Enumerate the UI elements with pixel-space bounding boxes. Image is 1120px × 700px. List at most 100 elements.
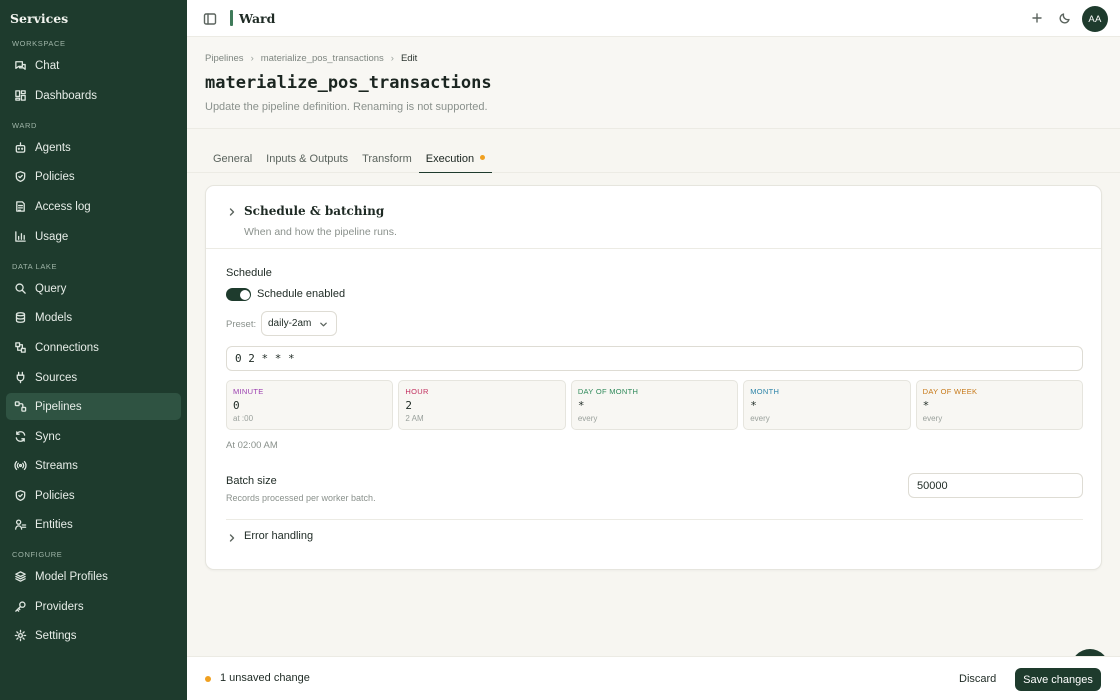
- plug-icon: [13, 371, 27, 385]
- sidebar-item-query[interactable]: Query: [6, 275, 181, 302]
- breadcrumb-pipeline[interactable]: materialize_pos_transactions: [261, 53, 384, 64]
- sidebar-item-streams[interactable]: Streams: [6, 452, 181, 479]
- cron-field-day-of-week[interactable]: DAY OF WEEK * every: [915, 380, 1084, 430]
- divider: [226, 519, 1083, 520]
- sidebar-item-label: Model Profiles: [35, 570, 108, 583]
- chat-icon: [13, 59, 27, 73]
- sidebar-item-label: Policies: [35, 489, 75, 502]
- sidebar-item-settings[interactable]: Settings: [6, 622, 181, 649]
- batch-size-hint: Records processed per worker batch.: [226, 493, 376, 503]
- sidebar-item-policies[interactable]: Policies: [6, 163, 181, 190]
- tab-general[interactable]: General: [206, 148, 259, 173]
- key-icon: [13, 600, 27, 614]
- sidebar-item-label: Sources: [35, 371, 78, 384]
- cron-field-value: 0: [233, 399, 240, 412]
- sidebar-item-chat[interactable]: Chat: [6, 52, 181, 79]
- sidebar-item-agents[interactable]: Agents: [6, 134, 181, 161]
- cron-field-hour[interactable]: HOUR 2 2 AM: [398, 380, 566, 430]
- cron-fields: MINUTE 0 at :00 HOUR 2 2 AM DAY OF MONTH…: [226, 380, 1084, 430]
- sidebar-item-policies-data[interactable]: Policies: [6, 482, 181, 509]
- sidebar-item-sources[interactable]: Sources: [6, 364, 181, 391]
- sidebar-section-configure: CONFIGURE: [12, 550, 63, 559]
- title-accent-bar: [230, 10, 233, 26]
- sidebar-item-usage[interactable]: Usage: [6, 223, 181, 250]
- breadcrumb: Pipelines › materialize_pos_transactions…: [205, 53, 417, 64]
- sidebar-item-dashboards[interactable]: Dashboards: [6, 82, 181, 109]
- sidebar-item-label: Providers: [35, 600, 84, 613]
- sidebar-item-label: Agents: [35, 141, 71, 154]
- cron-field-hint: 2 AM: [405, 414, 424, 423]
- cron-field-value: *: [922, 399, 930, 412]
- sidebar-item-label: Usage: [35, 230, 69, 243]
- sidebar-item-access-log[interactable]: Access log: [6, 193, 181, 220]
- tab-transform[interactable]: Transform: [355, 148, 419, 173]
- page-subtitle: Update the pipeline definition. Renaming…: [205, 101, 488, 113]
- discard-button[interactable]: Discard: [949, 668, 1006, 690]
- cron-field-hint: at :00: [233, 414, 254, 423]
- cron-field-label: MONTH: [750, 387, 780, 396]
- shield-icon: [13, 170, 27, 184]
- sidebar-toggle-icon[interactable]: [203, 12, 217, 26]
- cron-field-hint: every: [750, 414, 770, 423]
- cron-field-month[interactable]: MONTH * every: [743, 380, 911, 430]
- sidebar-item-label: Sync: [35, 430, 61, 443]
- sidebar-item-label: Chat: [35, 59, 60, 72]
- section-header[interactable]: Schedule & batching When and how the pip…: [206, 186, 1101, 249]
- sidebar-item-label: Streams: [35, 459, 78, 472]
- chevron-right-icon: ›: [390, 53, 394, 64]
- cron-expression-input[interactable]: [226, 346, 1083, 371]
- tab-execution[interactable]: Execution: [418, 148, 493, 173]
- sidebar-item-label: Pipelines: [35, 400, 82, 413]
- avatar[interactable]: AA: [1082, 6, 1108, 32]
- sidebar-item-sync[interactable]: Sync: [6, 423, 181, 450]
- sidebar-item-pipelines[interactable]: Pipelines: [6, 393, 181, 420]
- sidebar-item-connections[interactable]: Connections: [6, 334, 181, 361]
- database-icon: [13, 311, 27, 325]
- sidebar-section-ward: WARD: [12, 121, 38, 130]
- connections-icon: [13, 341, 27, 355]
- tab-bar: General Inputs & Outputs Transform Execu…: [206, 148, 493, 173]
- sidebar-item-models[interactable]: Models: [6, 304, 181, 331]
- schedule-toggle-label: Schedule enabled: [257, 288, 346, 300]
- preset-select[interactable]: daily-2am: [261, 311, 337, 336]
- chevron-right-icon[interactable]: [227, 532, 237, 542]
- cron-field-value: *: [577, 399, 585, 412]
- bar-chart-icon: [13, 230, 27, 244]
- schedule-label: Schedule: [226, 267, 272, 279]
- cron-field-label: DAY OF WEEK: [922, 387, 978, 396]
- sidebar-brand: Services: [10, 11, 69, 26]
- sidebar-item-providers[interactable]: Providers: [6, 593, 181, 620]
- sync-icon: [13, 430, 27, 444]
- section-title: Schedule & batching: [244, 204, 385, 218]
- save-changes-button[interactable]: Save changes: [1015, 668, 1101, 691]
- chevron-right-icon[interactable]: [227, 206, 237, 216]
- error-handling-toggle[interactable]: Error handling: [244, 530, 313, 542]
- log-icon: [13, 200, 27, 214]
- chevron-down-icon: [320, 322, 327, 327]
- cron-field-minute[interactable]: MINUTE 0 at :00: [226, 380, 394, 430]
- batch-size-input[interactable]: [908, 473, 1083, 498]
- next-run-text: At 02:00 AM: [226, 440, 278, 451]
- tab-inputs-outputs[interactable]: Inputs & Outputs: [259, 148, 355, 173]
- cron-field-value: *: [750, 399, 757, 412]
- broadcast-icon: [13, 459, 27, 473]
- moon-icon[interactable]: [1058, 11, 1072, 25]
- unsaved-dot: [480, 154, 486, 160]
- breadcrumb-pipelines[interactable]: Pipelines: [205, 53, 244, 64]
- top-bar: Ward AA: [187, 0, 1120, 37]
- cron-field-hint: every: [922, 414, 943, 423]
- cron-field-day-of-month[interactable]: DAY OF MONTH * every: [570, 380, 739, 430]
- layers-icon: [13, 570, 27, 584]
- sidebar-item-model-profiles[interactable]: Model Profiles: [6, 563, 181, 590]
- unsaved-status: 1 unsaved change: [220, 672, 310, 684]
- sidebar-section-data-lake: DATA LAKE: [12, 262, 58, 271]
- sidebar-item-label: Query: [35, 282, 67, 295]
- cron-field-label: HOUR: [405, 387, 429, 396]
- save-bar: 1 unsaved change Discard Save changes: [187, 656, 1120, 700]
- sidebar-item-entities[interactable]: Entities: [6, 511, 181, 538]
- plus-icon[interactable]: [1030, 11, 1044, 25]
- sidebar-item-label: Entities: [35, 518, 73, 531]
- schedule-toggle[interactable]: [226, 288, 251, 301]
- section-subtitle: When and how the pipeline runs.: [244, 226, 397, 238]
- unsaved-dot: [205, 676, 211, 682]
